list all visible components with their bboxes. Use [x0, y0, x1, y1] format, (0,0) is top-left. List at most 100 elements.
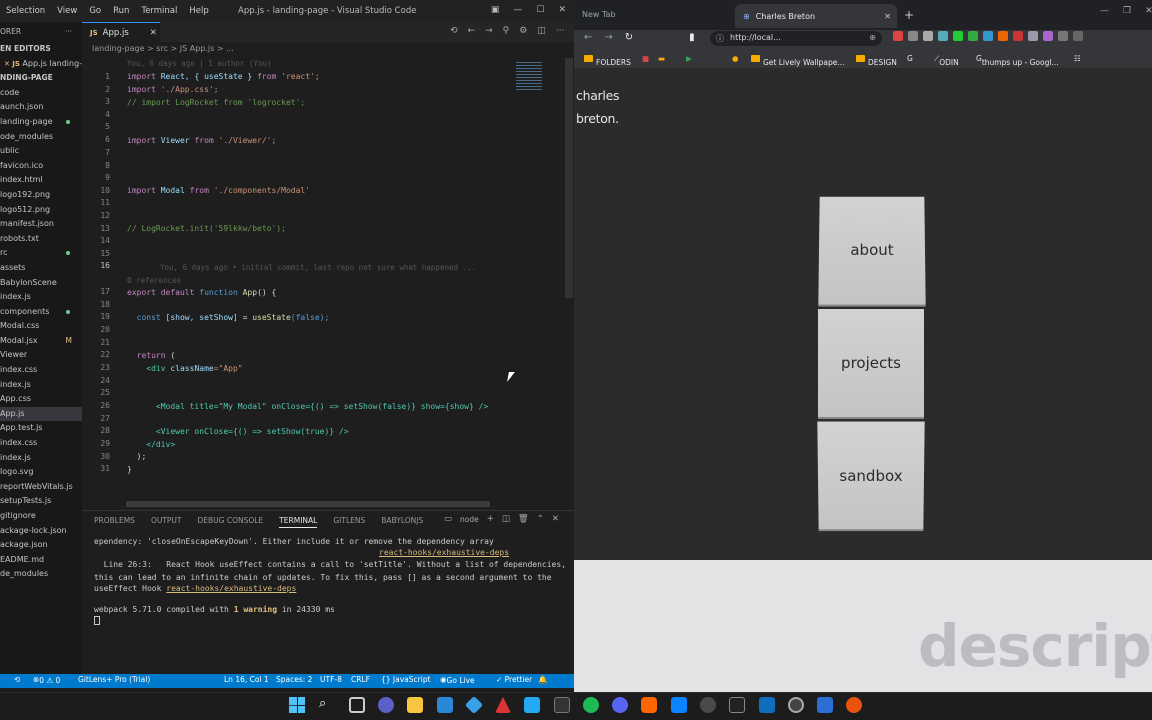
tab-close-icon[interactable]: ✕	[150, 28, 157, 38]
close-panel-icon[interactable]: ✕	[552, 514, 559, 524]
windows-logo-icon[interactable]	[289, 697, 305, 713]
file-tree-item[interactable]: gitignore	[0, 509, 82, 524]
tab-gitlens[interactable]: GITLENS	[333, 516, 365, 528]
open-editor-item[interactable]: ✕ JS App.js landing-p...	[0, 57, 82, 72]
file-tree-item[interactable]: de_modules	[0, 567, 82, 582]
about-button[interactable]: about	[818, 196, 926, 305]
projects-button[interactable]: projects	[818, 309, 924, 417]
file-tree-item[interactable]: ackage-lock.json	[0, 524, 82, 539]
tab-app-js[interactable]: JS App.js ✕	[82, 22, 160, 42]
restore-icon[interactable]: ❐	[1123, 6, 1131, 16]
maximize-panel-icon[interactable]: ⌃	[537, 514, 544, 524]
file-tree-item[interactable]: rc	[0, 246, 82, 261]
file-tree-item[interactable]: Modal.css	[0, 319, 82, 334]
menu-help[interactable]: Help	[183, 6, 214, 16]
browser-tab-new-tab[interactable]: New Tab	[582, 10, 616, 19]
tab-terminal[interactable]: TERMINAL	[279, 516, 318, 528]
file-tree-item[interactable]: ode_modules	[0, 130, 82, 145]
terminal-link-1[interactable]: react-hooks/exhaustive-deps	[379, 548, 509, 557]
language-status[interactable]: {} JavaScript	[381, 675, 431, 684]
extension-icon[interactable]	[983, 31, 993, 41]
extension-icon[interactable]	[968, 31, 978, 41]
extension-icon[interactable]	[1013, 31, 1023, 41]
extension-icon[interactable]	[998, 31, 1008, 41]
file-tree-item[interactable]: Modal.jsx M	[0, 334, 82, 349]
file-tree-item[interactable]: Viewer	[0, 348, 82, 363]
reading-list-icon[interactable]: ☷	[1074, 54, 1081, 63]
play-icon[interactable]: ▶	[686, 54, 692, 63]
minimap[interactable]	[512, 58, 562, 508]
bookmark-icon-yellow[interactable]: ●	[732, 54, 739, 63]
file-tree-item[interactable]: reportWebVitals.js	[0, 480, 82, 495]
address-bar[interactable]: http://local... ⊕	[710, 31, 882, 46]
file-tree-item[interactable]: ublic	[0, 144, 82, 159]
file-tree-item[interactable]: favicon.ico	[0, 159, 82, 174]
search-icon[interactable]: ⌕	[319, 696, 326, 711]
bookmark-thumps[interactable]: G thumps up - Googl...	[976, 54, 1059, 67]
maximize-icon[interactable]: ☐	[536, 5, 544, 15]
file-tree-item[interactable]: index.html	[0, 173, 82, 188]
file-tree-item[interactable]: logo192.png	[0, 188, 82, 203]
extension-icon[interactable]	[938, 31, 948, 41]
menu-go[interactable]: Go	[83, 6, 107, 16]
puzzle-icon[interactable]	[1073, 31, 1083, 41]
file-tree-item[interactable]: index.js	[0, 451, 82, 466]
file-tree-item[interactable]: EADME.md	[0, 553, 82, 568]
more-icon[interactable]: ···	[556, 26, 565, 36]
forward-icon[interactable]: →	[604, 32, 612, 43]
bookmark-folders[interactable]: FOLDERS	[584, 54, 631, 67]
bookmark-folder-icon[interactable]: ▬	[658, 54, 665, 63]
app-icon-blue[interactable]	[671, 697, 687, 713]
browser-tab-active[interactable]: ⊕ Charles Breton ✕	[735, 4, 897, 28]
extension-icon[interactable]	[1028, 31, 1038, 41]
file-tree-item[interactable]: logo512.png	[0, 203, 82, 218]
tab-problems[interactable]: PROBLEMS	[94, 516, 135, 528]
file-tree-item[interactable]: App.test.js	[0, 421, 82, 436]
extension-icon[interactable]	[908, 31, 918, 41]
extension-icon[interactable]	[1058, 31, 1068, 41]
minimize-icon[interactable]: —	[1100, 6, 1109, 16]
encoding-status[interactable]: UTF-8	[320, 675, 342, 684]
google-icon[interactable]: G	[907, 54, 913, 63]
file-tree-item[interactable]: logo.svg	[0, 465, 82, 480]
editor-scrollbar[interactable]	[565, 58, 573, 298]
file-tree-item[interactable]: App.css	[0, 392, 82, 407]
file-tree-item[interactable]: aunch.json	[0, 100, 82, 115]
chat-icon[interactable]	[378, 697, 394, 713]
terminal-icon[interactable]	[729, 697, 745, 713]
menu-selection[interactable]: Selection	[0, 6, 51, 16]
discord-icon[interactable]	[612, 697, 628, 713]
file-tree-item[interactable]: assets	[0, 261, 82, 276]
history-icon[interactable]: ⟲	[450, 26, 458, 36]
site-info-icon[interactable]: ⓘ	[716, 33, 724, 44]
menu-view[interactable]: View	[51, 6, 83, 16]
terminal-link-2[interactable]: react-hooks/exhaustive-deps	[166, 584, 296, 593]
new-terminal-icon[interactable]: +	[487, 514, 494, 524]
sandbox-button[interactable]: sandbox	[817, 421, 925, 530]
file-tree-item[interactable]: manifest.json	[0, 217, 82, 232]
gitlens-status[interactable]: GitLens+ Pro (Trial)	[78, 675, 150, 684]
open-editors-header[interactable]: EN EDITORS	[0, 42, 82, 57]
git-compare-icon[interactable]: ⚲	[503, 26, 510, 36]
spotify-icon[interactable]	[583, 697, 599, 713]
project-header[interactable]: NDING-PAGE	[0, 71, 82, 86]
more-actions-icon[interactable]: ···	[65, 27, 72, 36]
bookmark-design[interactable]: DESIGN	[856, 54, 897, 67]
file-tree-item[interactable]: code	[0, 86, 82, 101]
shell-selector[interactable]: node	[460, 515, 479, 524]
tab-debug-console[interactable]: DEBUG CONSOLE	[198, 516, 264, 528]
file-tree-item[interactable]: App.js	[0, 406, 82, 422]
bookmark-icon-red[interactable]: ■	[642, 54, 649, 63]
eol-status[interactable]: CRLF	[351, 675, 370, 684]
golive-button[interactable]: ◉ Go Live	[440, 675, 475, 685]
breadcrumb[interactable]: landing-page > src > JS App.js > ...	[92, 44, 234, 53]
file-tree-item[interactable]: robots.txt	[0, 232, 82, 247]
mail-icon[interactable]	[437, 697, 453, 713]
bookmark-icon[interactable]: ▮	[689, 32, 695, 43]
notifications-icon[interactable]: 🔔	[538, 675, 547, 684]
zoom-icon[interactable]: ⊕	[869, 33, 876, 42]
file-tree-item[interactable]: setupTests.js	[0, 494, 82, 509]
file-tree-item[interactable]: index.css	[0, 436, 82, 451]
app-icon-dark-blue[interactable]	[759, 697, 775, 713]
task-view-icon[interactable]	[349, 697, 365, 713]
